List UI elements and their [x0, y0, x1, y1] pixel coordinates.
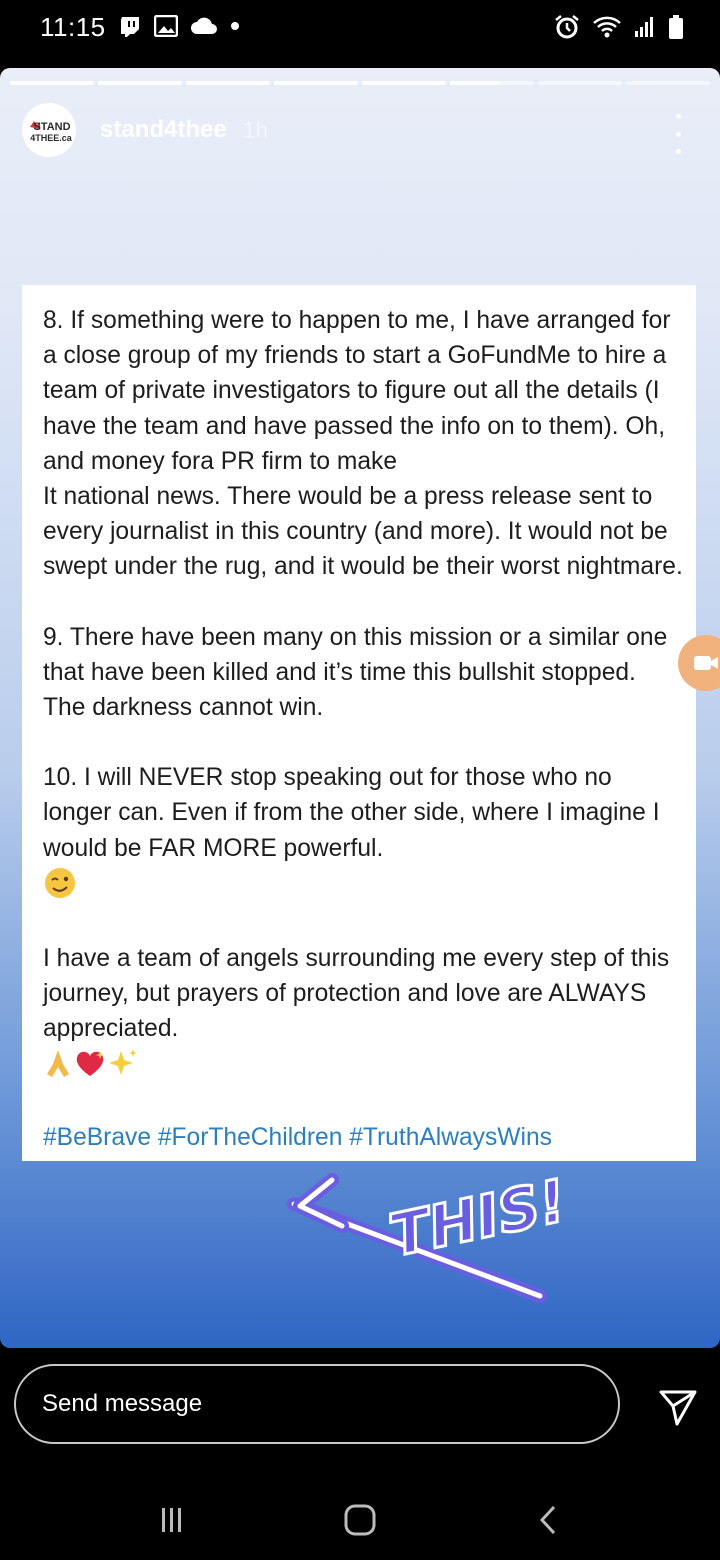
- twitch-icon: [121, 17, 139, 37]
- sparkling-heart-icon: [76, 1050, 104, 1076]
- system-navigation-bar: [0, 1480, 720, 1560]
- system-icons: [554, 14, 684, 40]
- sparkles-icon: [109, 1048, 137, 1075]
- story-progress-segment: [10, 81, 94, 85]
- svg-text:THIS!: THIS!: [384, 1168, 572, 1270]
- post-text: 8. If something were to happen to me, I …: [43, 303, 683, 1155]
- avatar[interactable]: STAND 4THEE.ca: [22, 103, 76, 157]
- send-direct-icon[interactable]: [655, 1384, 699, 1428]
- story-progress-segment: [274, 81, 358, 85]
- cloud-icon: [191, 17, 217, 34]
- recent-apps-icon[interactable]: [152, 1500, 192, 1540]
- battery-icon: [669, 15, 683, 39]
- story-progress-segment: [98, 81, 182, 85]
- notification-icons: [118, 14, 240, 38]
- svg-text:STAND: STAND: [33, 121, 70, 133]
- story-progress-segment: [450, 81, 534, 85]
- story-progress-segment: [186, 81, 270, 85]
- home-icon[interactable]: [340, 1500, 380, 1540]
- story-progress-segment: [538, 81, 622, 85]
- more-options-icon[interactable]: [668, 114, 688, 154]
- praying-hands-icon: [47, 1049, 69, 1077]
- back-icon[interactable]: [528, 1500, 568, 1540]
- post-paragraph: I have a team of angels surrounding me e…: [43, 941, 683, 1085]
- post-paragraph: 10. I will NEVER stop speaking out for t…: [43, 760, 683, 906]
- story-header: STAND 4THEE.ca stand4thee 1h: [22, 102, 268, 158]
- send-message-field[interactable]: Send message: [14, 1364, 620, 1444]
- dot-icon: [231, 22, 239, 30]
- story-time: 1h: [242, 116, 269, 143]
- signal-icon: [635, 17, 653, 37]
- this-arrow-sticker[interactable]: THIS!: [280, 1168, 580, 1318]
- story-view[interactable]: STAND 4THEE.ca stand4thee 1h 8. If somet…: [0, 68, 720, 1348]
- story-username[interactable]: stand4thee: [100, 116, 227, 144]
- story-progress-segment: [362, 81, 446, 85]
- status-time: 11:15: [40, 12, 106, 42]
- wifi-icon: [593, 16, 621, 38]
- story-progress-bar: [10, 81, 710, 85]
- gallery-icon: [154, 15, 178, 37]
- story-progress-segment: [626, 81, 710, 85]
- status-bar: 11:15: [0, 0, 720, 62]
- send-message-placeholder: Send message: [42, 1390, 203, 1417]
- post-screenshot-card: 8. If something were to happen to me, I …: [22, 285, 696, 1161]
- post-paragraph: 9. There have been many on this mission …: [43, 623, 668, 722]
- winking-face-icon: [45, 867, 75, 898]
- alarm-icon: [555, 15, 579, 39]
- post-paragraph: 8. If something were to happen to me, I …: [43, 307, 683, 581]
- svg-text:4THEE.ca: 4THEE.ca: [30, 133, 73, 143]
- hashtags[interactable]: #BeBrave #ForTheChildren #TruthAlwaysWin…: [43, 1120, 683, 1155]
